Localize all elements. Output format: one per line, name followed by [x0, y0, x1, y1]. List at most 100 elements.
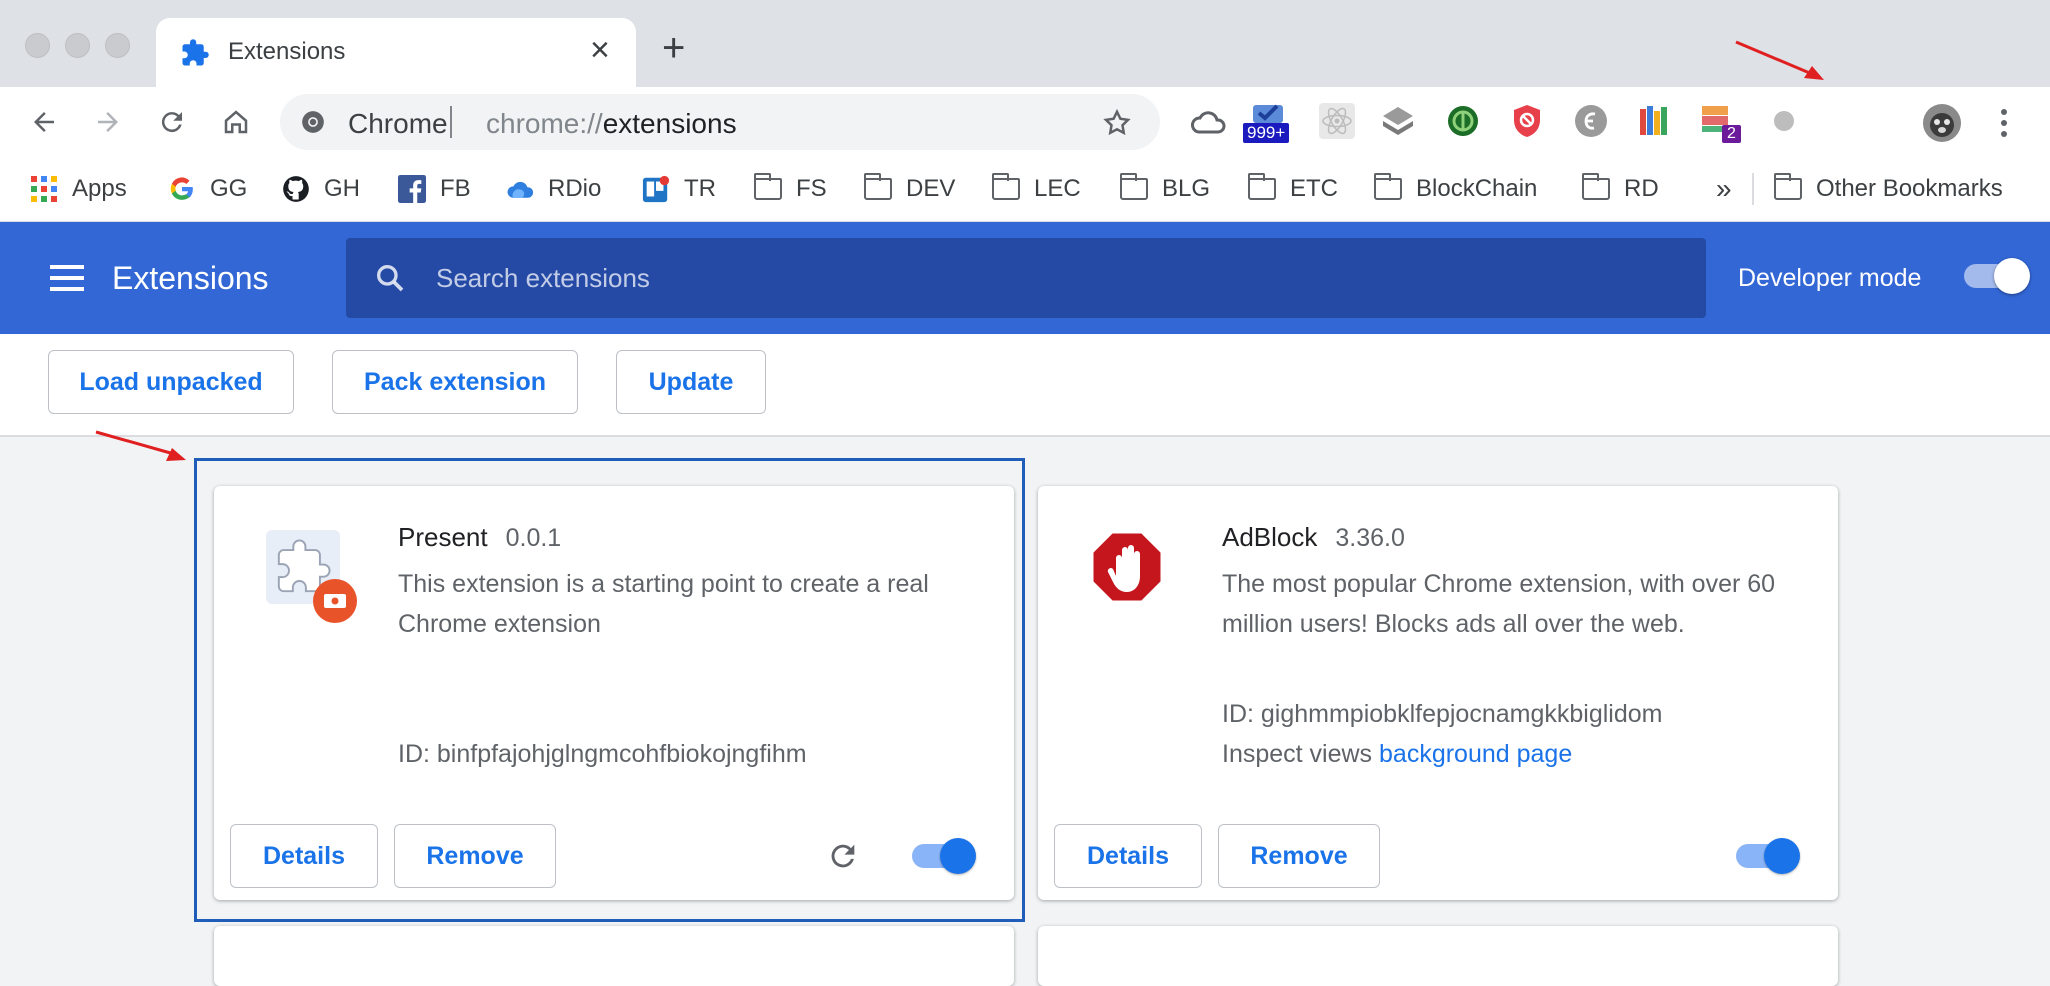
remove-button[interactable]: Remove — [394, 824, 556, 888]
bookmark-label: TR — [684, 175, 716, 202]
bookmark-gg[interactable]: GG — [168, 171, 247, 207]
todoist-badge: 999+ — [1243, 123, 1290, 143]
folder-icon — [1119, 173, 1148, 203]
github-icon — [282, 175, 310, 203]
omnibox-scheme-label: Chrome — [348, 108, 448, 139]
zoom-window-button[interactable] — [105, 33, 130, 58]
bookmark-gh[interactable]: GH — [282, 171, 360, 207]
cloud-icon[interactable] — [1190, 107, 1226, 137]
books-icon[interactable] — [1637, 103, 1673, 139]
bookmarks-manager-extension-icon[interactable]: 2 — [1700, 101, 1744, 147]
chrome-icon — [302, 111, 324, 133]
pack-extension-button[interactable]: Pack extension — [332, 350, 578, 414]
remove-button[interactable]: Remove — [1218, 824, 1380, 888]
reload-icon — [161, 112, 182, 133]
bookmark-tr[interactable]: TR — [642, 171, 716, 207]
bookmark-other-bookmarks[interactable]: Other Bookmarks — [1773, 171, 2003, 207]
more-menu-icon[interactable] — [1992, 105, 2016, 141]
bookmark-fb[interactable]: FB — [398, 171, 471, 207]
extension-card-next-left — [214, 926, 1014, 986]
bookmark-label: FB — [440, 175, 471, 202]
extension-enabled-toggle[interactable] — [912, 838, 976, 874]
gray-bulb-icon[interactable] — [1772, 109, 1796, 133]
bookmark-folder-etc[interactable]: ETC — [1247, 171, 1338, 207]
toggle-knob — [940, 838, 976, 874]
folder-icon — [753, 173, 782, 203]
omnibox-url[interactable]: chrome://extensions — [486, 108, 737, 140]
bookmark-folder-rd[interactable]: RD — [1581, 171, 1659, 207]
search-extensions-field[interactable]: Search extensions — [346, 238, 1706, 318]
bookmark-folder-dev[interactable]: DEV — [863, 171, 955, 207]
toggle-knob — [1994, 258, 2030, 294]
hamburger-menu-icon[interactable] — [50, 265, 84, 291]
bookmark-label: FS — [796, 175, 827, 202]
folder-icon — [1373, 173, 1402, 203]
home-button[interactable] — [214, 100, 258, 144]
evernote-clipper-icon[interactable] — [1574, 104, 1608, 138]
folder-icon — [863, 173, 892, 203]
layers-icon[interactable] — [1381, 105, 1415, 137]
bookmark-star-icon[interactable] — [1102, 108, 1132, 138]
details-button[interactable]: Details — [1054, 824, 1202, 888]
apps-grid-icon — [30, 175, 58, 203]
bookmark-label: RDio — [548, 175, 602, 202]
bookmark-label: LEC — [1034, 175, 1081, 202]
browser-toolbar: Chrome chrome://extensions 999+ 2 — [0, 87, 2050, 246]
new-tab-button[interactable]: + — [662, 26, 685, 70]
bookmark-folder-lec[interactable]: LEC — [991, 171, 1081, 207]
developer-toolbar: Load unpacked Pack extension Update — [0, 334, 2050, 437]
bookmark-folder-blockchain[interactable]: BlockChain — [1373, 171, 1537, 207]
page-title: Extensions — [112, 260, 269, 296]
minimize-window-button[interactable] — [65, 33, 90, 58]
bookmark-folder-fs[interactable]: FS — [753, 171, 827, 207]
present-badge-icon — [313, 579, 357, 623]
url-prefix: chrome:// — [486, 108, 603, 139]
cloud-blue-icon — [506, 175, 534, 203]
extension-enabled-toggle[interactable] — [1736, 838, 1800, 874]
forward-button[interactable] — [86, 100, 130, 144]
extension-card-adblock: AdBlock 3.36.0 The most popular Chrome ex… — [1038, 486, 1838, 900]
facebook-icon — [398, 175, 426, 203]
details-button[interactable]: Details — [230, 824, 378, 888]
todoist-extension-icon[interactable]: 999+ — [1243, 101, 1293, 147]
back-arrow-icon — [34, 112, 54, 132]
bookmark-label: Other Bookmarks — [1816, 175, 2003, 202]
developer-mode-label: Developer mode — [1738, 264, 1922, 292]
extension-id: ID: binfpfajohjglngmcohfbiokojngfihm — [398, 740, 807, 768]
tab-extensions[interactable]: Extensions × — [156, 18, 636, 90]
reload-extension-icon[interactable] — [826, 839, 860, 873]
developer-mode-toggle[interactable] — [1964, 258, 2030, 294]
close-tab-icon[interactable]: × — [590, 30, 610, 70]
extension-id: ID: gighmmpiobklfepjocnamgkkbiglidom — [1222, 700, 1663, 728]
extension-version: 0.0.1 — [505, 524, 562, 552]
folder-icon — [1247, 173, 1276, 203]
close-window-button[interactable] — [25, 33, 50, 58]
green-extension-icon[interactable] — [1447, 105, 1479, 137]
shield-icon[interactable] — [1511, 103, 1543, 139]
bookmarks-badge: 2 — [1722, 125, 1741, 143]
extension-name: AdBlock — [1222, 522, 1318, 552]
back-button[interactable] — [22, 100, 66, 144]
bookmark-rdio[interactable]: RDio — [506, 171, 601, 207]
bookmarks-overflow-button[interactable]: » — [1716, 171, 1732, 207]
bookmark-apps[interactable]: Apps — [30, 171, 127, 207]
forward-arrow-icon — [98, 112, 118, 132]
extension-title-row: AdBlock 3.36.0 — [1222, 522, 1405, 553]
react-devtools-icon[interactable] — [1319, 103, 1355, 139]
omnibox[interactable]: Chrome chrome://extensions — [280, 94, 1160, 150]
extension-description: This extension is a starting point to cr… — [398, 570, 929, 638]
bookmark-label: Apps — [72, 175, 127, 202]
bookmark-label: RD — [1624, 175, 1659, 202]
bookmarks-divider — [1752, 173, 1754, 205]
profile-avatar[interactable] — [1922, 103, 1962, 143]
load-unpacked-button[interactable]: Load unpacked — [48, 350, 294, 414]
reload-button[interactable] — [150, 100, 194, 144]
search-icon — [377, 265, 404, 292]
update-button[interactable]: Update — [616, 350, 766, 414]
bookmarks-bar: Apps GG GH FB RDio TR FS DEV LEC BLG ETC… — [0, 157, 2050, 222]
annotation-arrow-top — [1735, 40, 1824, 80]
background-page-link[interactable]: background page — [1379, 740, 1572, 768]
search-placeholder: Search extensions — [436, 263, 650, 293]
extension-card-next-right — [1038, 926, 1838, 986]
bookmark-folder-blg[interactable]: BLG — [1119, 171, 1210, 207]
